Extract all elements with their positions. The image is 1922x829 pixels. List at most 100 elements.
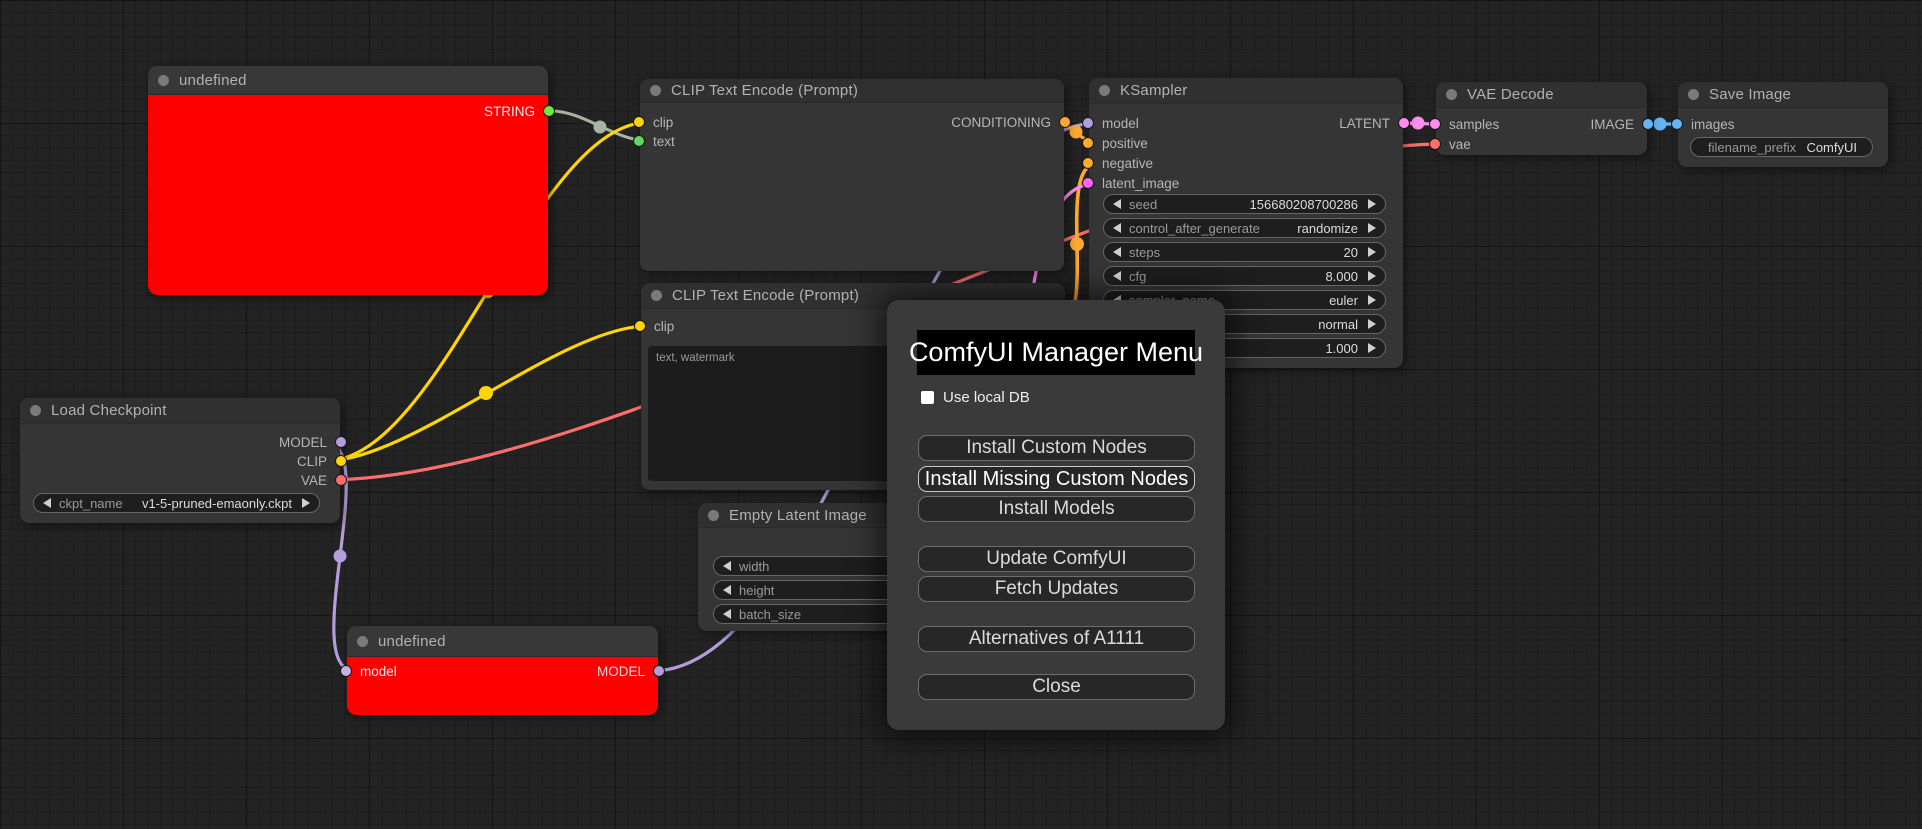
model-slot-dot-icon[interactable]: [335, 436, 347, 448]
node-graph-canvas[interactable]: undefined STRING CLIP Text Encode (Promp…: [0, 0, 1922, 829]
node-title-bar[interactable]: VAE Decode: [1436, 82, 1647, 108]
increment-arrow-icon[interactable]: [1368, 271, 1376, 281]
widget-label: height: [739, 582, 775, 598]
conditioning-slot-dot-icon[interactable]: [1059, 116, 1071, 128]
node-title-bar[interactable]: Save Image: [1678, 82, 1888, 108]
widget-label: control_after_generate: [1129, 220, 1260, 236]
widget-value: 8.000: [1325, 268, 1358, 284]
widget-value: euler: [1329, 292, 1358, 308]
decrement-arrow-icon[interactable]: [1113, 223, 1121, 233]
decrement-arrow-icon[interactable]: [723, 585, 731, 595]
alternatives-of-a1111-button[interactable]: Alternatives of A1111: [918, 626, 1195, 652]
vae-slot-dot-icon[interactable]: [335, 474, 347, 486]
slot-label: MODEL: [596, 663, 645, 679]
node-title-bar[interactable]: Load Checkpoint: [20, 398, 340, 424]
widget-value: 156680208700286: [1249, 196, 1358, 212]
slot-label: STRING: [483, 103, 535, 119]
widget-value: ComfyUI: [1806, 139, 1857, 155]
update-comfyui-button[interactable]: Update ComfyUI: [918, 546, 1195, 572]
node-title: CLIP Text Encode (Prompt): [671, 82, 859, 99]
node-title: CLIP Text Encode (Prompt): [672, 287, 860, 304]
increment-arrow-icon[interactable]: [1368, 343, 1376, 353]
input-slot-positive[interactable]: positive: [1082, 133, 1289, 153]
node-undefined-bottom[interactable]: undefined model MODEL: [340, 626, 665, 715]
decrement-arrow-icon[interactable]: [1113, 271, 1121, 281]
model-slot-dot-icon[interactable]: [653, 665, 665, 677]
slot-label: images: [1691, 116, 1735, 132]
decrement-arrow-icon[interactable]: [43, 498, 51, 508]
widget-ckpt-name[interactable]: ckpt_name v1-5-pruned-emaonly.ckpt: [33, 493, 320, 513]
increment-arrow-icon[interactable]: [1368, 319, 1376, 329]
install-missing-custom-nodes-button[interactable]: Install Missing Custom Nodes: [918, 466, 1195, 492]
input-slot-negative[interactable]: negative: [1082, 153, 1289, 173]
node-status-dot-icon: [708, 509, 719, 521]
node-save-image[interactable]: Save Image images filename_prefix ComfyU…: [1671, 82, 1888, 167]
decrement-arrow-icon[interactable]: [1113, 247, 1121, 257]
latent-slot-dot-icon[interactable]: [1398, 117, 1410, 129]
increment-arrow-icon[interactable]: [1368, 223, 1376, 233]
increment-arrow-icon[interactable]: [1368, 295, 1376, 305]
increment-arrow-icon[interactable]: [302, 498, 310, 508]
conditioning-slot-dot-icon[interactable]: [1082, 137, 1094, 149]
widget-seed[interactable]: seed 156680208700286: [1103, 194, 1386, 214]
image-slot-dot-icon[interactable]: [1642, 118, 1654, 130]
node-clip-text-encode-1[interactable]: CLIP Text Encode (Prompt) clip text COND…: [633, 79, 1071, 271]
decrement-arrow-icon[interactable]: [723, 609, 731, 619]
output-slot-latent[interactable]: LATENT: [1089, 113, 1410, 133]
string-slot-dot-icon[interactable]: [633, 135, 645, 147]
output-slot-string[interactable]: STRING: [148, 101, 555, 121]
image-slot-dot-icon[interactable]: [1671, 118, 1683, 130]
input-slot-latent-image[interactable]: latent_image: [1082, 173, 1289, 193]
node-load-checkpoint[interactable]: Load Checkpoint MODEL CLIP VAE ckpt_name…: [20, 398, 347, 523]
decrement-arrow-icon[interactable]: [723, 561, 731, 571]
node-title-bar[interactable]: KSampler: [1089, 78, 1403, 104]
widget-value: randomize: [1297, 220, 1358, 236]
output-slot-conditioning[interactable]: CONDITIONING: [640, 112, 1071, 132]
increment-arrow-icon[interactable]: [1368, 247, 1376, 257]
decrement-arrow-icon[interactable]: [1113, 199, 1121, 209]
install-models-button[interactable]: Install Models: [918, 496, 1195, 522]
widget-steps[interactable]: steps 20: [1103, 242, 1386, 262]
node-status-dot-icon: [1446, 89, 1457, 100]
node-title-bar[interactable]: undefined: [148, 66, 548, 95]
input-slot-images[interactable]: images: [1671, 114, 1798, 134]
node-title-bar[interactable]: CLIP Text Encode (Prompt): [640, 79, 1064, 103]
fetch-updates-button[interactable]: Fetch Updates: [918, 576, 1195, 602]
prompt-text: text, watermark: [656, 352, 735, 364]
conditioning-slot-dot-icon[interactable]: [1082, 157, 1094, 169]
use-local-db-checkbox[interactable]: [921, 390, 934, 404]
node-title-bar[interactable]: undefined: [347, 626, 658, 657]
node-vae-decode[interactable]: VAE Decode samples vae IMAGE: [1429, 82, 1654, 155]
input-slot-vae[interactable]: vae: [1429, 134, 1556, 154]
increment-arrow-icon[interactable]: [1368, 199, 1376, 209]
latent-slot-dot-icon[interactable]: [1082, 177, 1094, 189]
output-slot-image[interactable]: IMAGE: [1436, 114, 1654, 134]
widget-filename-prefix[interactable]: filename_prefix ComfyUI: [1690, 137, 1873, 157]
install-custom-nodes-button[interactable]: Install Custom Nodes: [918, 435, 1195, 461]
input-slot-text[interactable]: text: [633, 131, 840, 151]
widget-label: filename_prefix: [1708, 139, 1797, 155]
node-status-dot-icon: [158, 74, 169, 86]
slot-label: text: [653, 133, 675, 149]
node-undefined-top[interactable]: undefined STRING: [148, 66, 555, 295]
node-status-dot-icon: [30, 405, 41, 416]
slot-label: vae: [1449, 136, 1471, 152]
use-local-db-label: Use local DB: [943, 388, 1030, 406]
widget-cfg[interactable]: cfg 8.000: [1103, 266, 1386, 286]
slot-label: negative: [1102, 155, 1154, 171]
node-title: undefined: [378, 632, 446, 650]
node-title: VAE Decode: [1467, 86, 1554, 103]
close-button[interactable]: Close: [918, 674, 1195, 700]
output-slot-model[interactable]: MODEL: [20, 432, 347, 452]
string-slot-dot-icon[interactable]: [543, 105, 555, 117]
output-slot-model[interactable]: MODEL: [347, 661, 665, 681]
widget-value: 1.000: [1325, 340, 1358, 356]
use-local-db-row[interactable]: Use local DB: [921, 388, 1030, 406]
output-slot-clip[interactable]: CLIP: [20, 451, 347, 471]
output-slot-vae[interactable]: VAE: [20, 470, 347, 490]
node-title: undefined: [179, 71, 247, 89]
vae-slot-dot-icon[interactable]: [1429, 138, 1441, 150]
widget-control-after-generate[interactable]: control_after_generate randomize: [1103, 218, 1386, 238]
clip-slot-dot-icon[interactable]: [335, 455, 347, 467]
node-title: Save Image: [1709, 86, 1792, 103]
